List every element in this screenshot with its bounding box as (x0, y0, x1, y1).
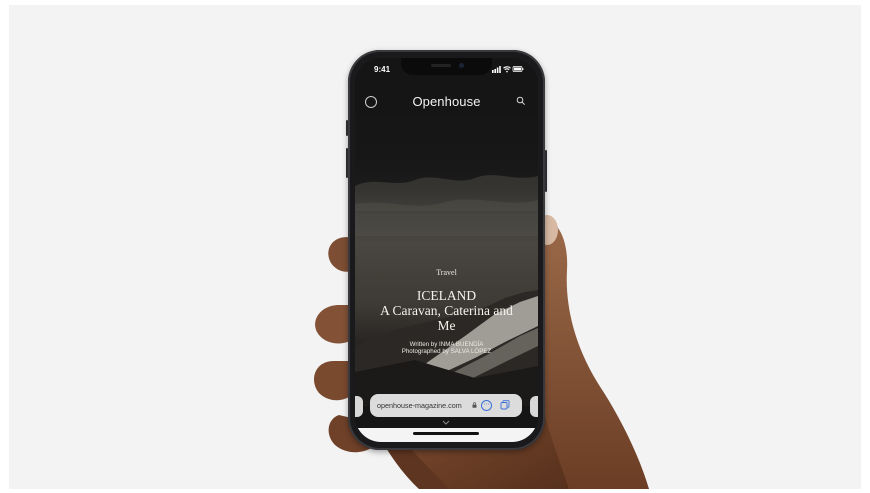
iphone: Travel ICELAND A Caravan, Caterina and M… (346, 50, 547, 450)
power-button (545, 150, 547, 192)
wifi-icon (503, 66, 511, 73)
hero-image: Travel ICELAND A Caravan, Caterina and M… (355, 116, 538, 406)
chevron-down-icon[interactable] (441, 420, 451, 425)
status-time: 9:41 (374, 65, 391, 74)
speaker (431, 64, 451, 67)
site-header: Openhouse (355, 85, 538, 113)
headline-line-1: ICELAND (416, 288, 477, 303)
phone-screen: Travel ICELAND A Caravan, Caterina and M… (355, 58, 538, 442)
more-options-icon[interactable]: ⋯ (481, 400, 492, 411)
address-bar[interactable]: openhouse-magazine.com ⋯ (370, 394, 522, 417)
battery-icon (512, 66, 524, 72)
headline-line-3: Me (437, 318, 456, 333)
notch (401, 58, 492, 75)
mute-switch (346, 120, 348, 136)
previous-tab-preview[interactable] (355, 396, 363, 417)
tabs-icon[interactable] (500, 400, 510, 410)
next-tab-preview[interactable] (530, 396, 538, 417)
home-indicator[interactable] (413, 432, 479, 435)
search-icon[interactable] (516, 96, 526, 106)
landscape-illustration (355, 175, 538, 406)
site-title[interactable]: Openhouse (355, 94, 538, 109)
photographer-credit: Photographed by SALVA LÓPEZ (401, 348, 492, 355)
front-camera (459, 63, 464, 68)
signal-icon (492, 66, 501, 73)
toolbar-strip (355, 428, 538, 442)
headline-line-2: A Caravan, Caterina and (380, 303, 513, 318)
url-text[interactable]: openhouse-magazine.com (377, 401, 462, 410)
lock-icon (472, 402, 477, 408)
status-icons (492, 66, 524, 73)
volume-up-button (346, 148, 348, 178)
video-frame: Travel ICELAND A Caravan, Caterina and M… (9, 5, 861, 489)
article-headline: ICELAND A Caravan, Caterina and Me (359, 288, 534, 333)
article-category: Travel (436, 268, 457, 277)
